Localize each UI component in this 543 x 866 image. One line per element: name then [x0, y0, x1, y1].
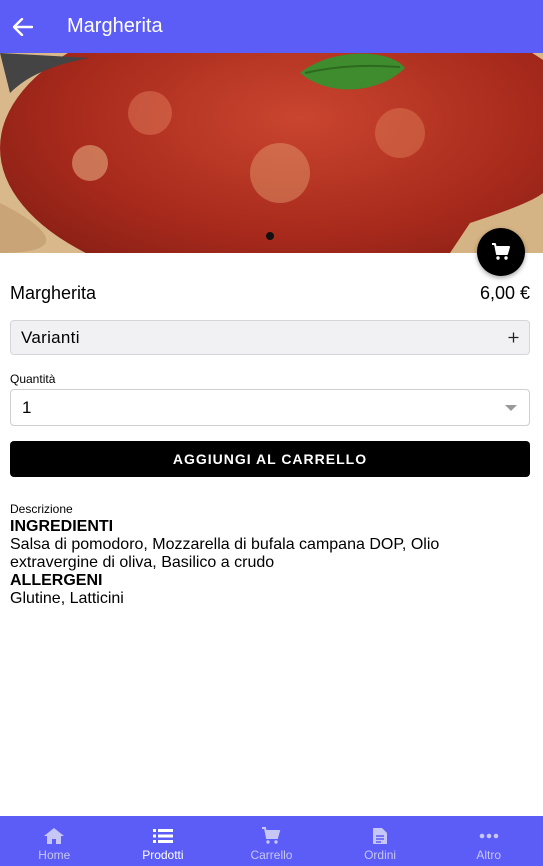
- ingredients-heading: INGREDIENTI: [10, 518, 114, 535]
- cart-icon: [492, 243, 510, 260]
- pizza-image: [0, 53, 543, 253]
- chevron-down-icon: [505, 404, 517, 411]
- nav-item-products[interactable]: Prodotti: [109, 816, 218, 866]
- bottom-navigation: Home Prodotti Carrello Ordini Altro: [0, 816, 543, 866]
- plus-icon: [508, 332, 519, 343]
- more-icon: [479, 827, 499, 845]
- product-image-carousel[interactable]: [0, 53, 543, 253]
- variants-label: Varianti: [21, 327, 80, 347]
- nav-label-more: Altro: [476, 848, 502, 862]
- product-name: Margherita: [10, 283, 97, 303]
- cart-fab-button[interactable]: [477, 228, 525, 276]
- list-icon: [152, 827, 173, 845]
- cart-icon: [261, 827, 281, 845]
- description-label: Descrizione: [10, 502, 73, 516]
- product-price: 6,00 €: [479, 283, 530, 303]
- nav-item-orders[interactable]: Ordini: [326, 816, 435, 866]
- product-header-row: Margherita 6,00 €: [10, 283, 530, 304]
- description-section: Descrizione INGREDIENTI Salsa di pomodor…: [10, 502, 530, 608]
- back-button[interactable]: [0, 0, 46, 53]
- allergens-heading: ALLERGENI: [10, 572, 103, 589]
- home-icon: [43, 827, 65, 845]
- allergens-text: Glutine, Latticini: [10, 590, 124, 607]
- document-icon: [372, 827, 388, 845]
- quantity-value: 1: [22, 397, 32, 417]
- page-title: Margherita: [67, 15, 163, 37]
- variants-expander[interactable]: Varianti: [10, 320, 530, 355]
- nav-item-home[interactable]: Home: [0, 816, 109, 866]
- nav-item-more[interactable]: Altro: [434, 816, 543, 866]
- add-to-cart-button[interactable]: AGGIUNGI AL CARRELLO: [10, 441, 530, 477]
- app-bar: Margherita: [0, 0, 543, 53]
- carousel-indicator[interactable]: [266, 232, 274, 240]
- ingredients-text: Salsa di pomodoro, Mozzarella di bufala …: [10, 536, 440, 571]
- nav-label-cart: Carrello: [250, 848, 293, 862]
- nav-label-products: Prodotti: [142, 848, 184, 862]
- quantity-label: Quantità: [10, 372, 56, 386]
- nav-item-cart[interactable]: Carrello: [217, 816, 326, 866]
- nav-label-home: Home: [38, 848, 71, 862]
- nav-label-orders: Ordini: [364, 848, 397, 862]
- quantity-select[interactable]: 1: [10, 389, 530, 426]
- arrow-left-icon: [13, 17, 33, 36]
